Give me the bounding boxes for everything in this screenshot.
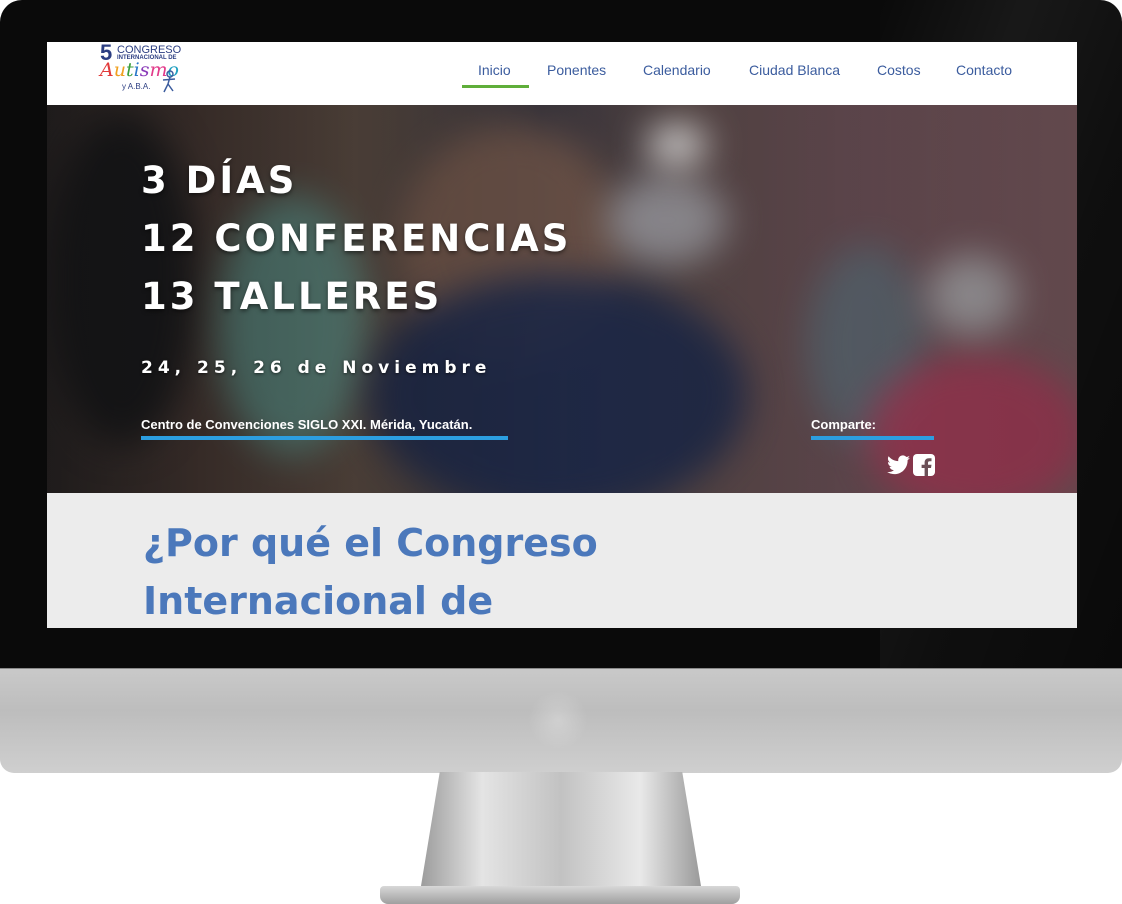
section-heading: ¿Por qué el Congreso Internacional de (143, 521, 598, 623)
logo-figure-icon (162, 70, 176, 93)
hero-days: 3 DÍAS (141, 159, 298, 202)
venue-underline (141, 436, 508, 440)
share-underline (811, 436, 934, 440)
facebook-icon[interactable] (913, 454, 935, 476)
nav-calendario[interactable]: Calendario (643, 62, 711, 78)
share-label: Comparte: (811, 417, 877, 432)
nav-contacto[interactable]: Contacto (956, 62, 1012, 78)
active-nav-indicator (462, 85, 529, 88)
hero-banner: 3 DÍAS 12 CONFERENCIAS 13 TALLERES 24, 2… (47, 105, 1077, 493)
screen: 5 CONGRESO INTERNACIONAL DE Autismo y A.… (47, 42, 1077, 628)
navbar: 5 CONGRESO INTERNACIONAL DE Autismo y A.… (47, 42, 1077, 105)
twitter-icon[interactable] (887, 455, 910, 475)
nav-ciudad-blanca[interactable]: Ciudad Blanca (749, 62, 840, 78)
nav-ponentes[interactable]: Ponentes (547, 62, 606, 78)
event-dates: 24, 25, 26 de Noviembre (141, 358, 492, 378)
logo-aba: y A.B.A. (122, 82, 151, 91)
nav-inicio[interactable]: Inicio (478, 62, 511, 78)
monitor-stand (420, 772, 702, 892)
hero-conferences: 12 CONFERENCIAS (141, 217, 572, 260)
site-logo[interactable]: 5 CONGRESO INTERNACIONAL DE Autismo y A.… (97, 42, 187, 100)
nav-costos[interactable]: Costos (877, 62, 921, 78)
hero-workshops: 13 TALLERES (141, 275, 443, 318)
monitor-stand-base (380, 886, 740, 904)
monitor-logo (528, 690, 588, 750)
event-venue: Centro de Convenciones SIGLO XXI. Mérida… (141, 417, 473, 432)
